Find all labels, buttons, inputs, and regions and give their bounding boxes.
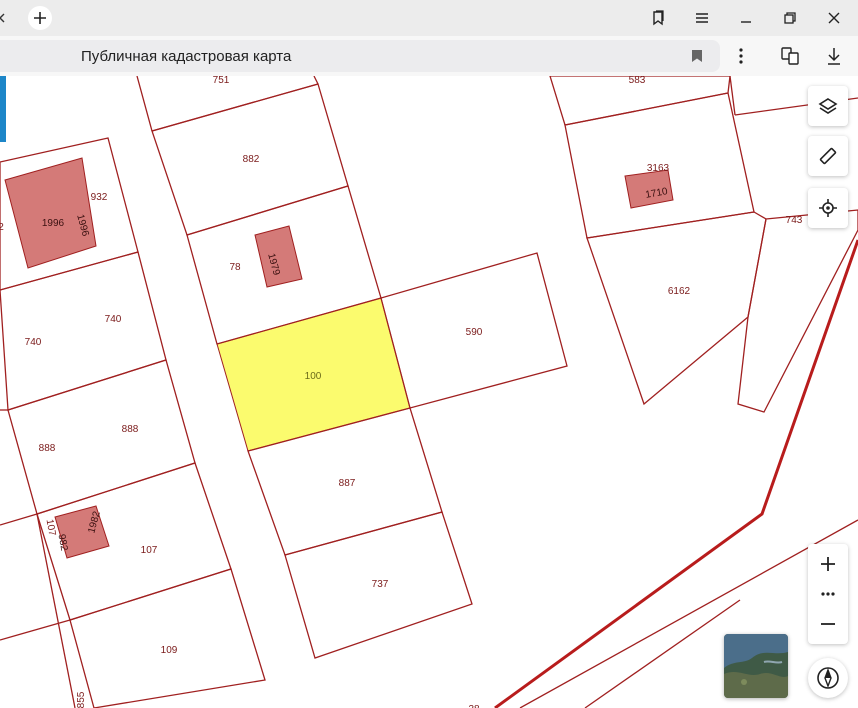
parcel-edge bbox=[136, 76, 153, 132]
parcel-label: 100 bbox=[305, 371, 322, 382]
layers-button[interactable] bbox=[808, 86, 848, 126]
zoom-controls bbox=[808, 544, 848, 644]
layers-icon bbox=[818, 98, 838, 114]
parcel-edge bbox=[584, 599, 741, 708]
parcel-label: 888 bbox=[39, 443, 56, 454]
ruler-button[interactable] bbox=[808, 136, 848, 176]
plus-icon bbox=[821, 557, 835, 571]
cadastral-map[interactable]: 751 882 78 100 590 887 737 932 740 740 8… bbox=[0, 76, 858, 708]
menu-icon[interactable] bbox=[692, 8, 712, 28]
parcel-edge bbox=[313, 76, 319, 85]
bookmarks-icon[interactable] bbox=[648, 8, 668, 28]
map-canvas[interactable]: 751 882 78 100 590 887 737 932 740 740 8… bbox=[0, 76, 858, 708]
compass-button[interactable] bbox=[808, 658, 848, 698]
url-field[interactable]: Публичная кадастровая карта bbox=[0, 40, 720, 72]
parcel-label: 932 bbox=[91, 192, 108, 203]
parcel-label: 740 bbox=[25, 337, 42, 348]
minimize-icon[interactable] bbox=[736, 8, 756, 28]
road-line bbox=[494, 239, 858, 708]
compass-icon bbox=[817, 667, 839, 689]
parcel-label: 78 bbox=[229, 262, 241, 273]
more-options-icon[interactable] bbox=[732, 46, 750, 66]
parcel-edge bbox=[151, 83, 319, 132]
building-label: 982 bbox=[56, 533, 70, 552]
parcel-label: 2 bbox=[0, 222, 4, 233]
parcel-label: 855 bbox=[76, 691, 87, 708]
parcel-edge bbox=[729, 76, 736, 116]
address-bar: Публичная кадастровая карта bbox=[0, 36, 858, 76]
parcel-label: 107 bbox=[44, 518, 58, 537]
browser-title-bar bbox=[0, 0, 858, 36]
parcel-edge bbox=[0, 513, 38, 526]
parcel-label: 6162 bbox=[668, 286, 691, 297]
translate-icon[interactable] bbox=[778, 44, 802, 68]
locate-icon bbox=[819, 199, 837, 217]
parcel-743[interactable] bbox=[737, 209, 858, 413]
tab-close-icon[interactable] bbox=[0, 9, 8, 27]
new-tab-button[interactable] bbox=[28, 6, 52, 30]
parcel-label: 887 bbox=[339, 478, 356, 489]
parcel-label: 737 bbox=[372, 579, 389, 590]
bookmark-icon[interactable] bbox=[688, 47, 706, 65]
ruler-icon bbox=[819, 147, 837, 165]
parcel-label: 107 bbox=[141, 545, 158, 556]
close-icon[interactable] bbox=[824, 8, 844, 28]
satellite-thumbnail bbox=[724, 634, 788, 698]
zoom-out-button[interactable] bbox=[808, 604, 848, 644]
parcel-6162[interactable] bbox=[586, 211, 767, 406]
parcel-label: 743 bbox=[786, 215, 803, 226]
zoom-in-button[interactable] bbox=[808, 544, 848, 584]
minus-icon bbox=[821, 623, 835, 625]
satellite-minimap[interactable] bbox=[724, 634, 788, 698]
zoom-more-button[interactable] bbox=[808, 584, 848, 604]
download-icon[interactable] bbox=[824, 44, 844, 68]
parcel-label: 3163 bbox=[647, 163, 670, 174]
parcel-label: 38 bbox=[468, 704, 480, 708]
side-panel-tab[interactable] bbox=[0, 76, 6, 142]
locate-button[interactable] bbox=[808, 188, 848, 228]
building-label: 1996 bbox=[42, 218, 65, 229]
parcel-label: 109 bbox=[161, 645, 178, 656]
parcel-label: 583 bbox=[629, 76, 646, 86]
parcel-label: 740 bbox=[105, 314, 122, 325]
parcel-label: 888 bbox=[122, 424, 139, 435]
parcel-888[interactable] bbox=[7, 359, 196, 515]
parcel-109[interactable] bbox=[69, 568, 266, 708]
building-1979[interactable] bbox=[254, 225, 303, 288]
page-title: Публичная кадастровая карта bbox=[81, 48, 292, 65]
parcel-label: 882 bbox=[243, 154, 260, 165]
restore-icon[interactable] bbox=[780, 8, 800, 28]
more-icon bbox=[821, 592, 835, 596]
parcel-label: 751 bbox=[213, 76, 230, 86]
parcel-label: 590 bbox=[466, 327, 483, 338]
